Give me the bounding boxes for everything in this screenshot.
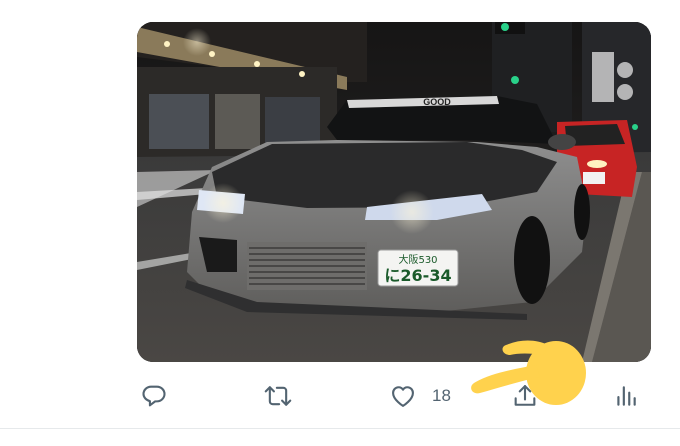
retweet-icon (264, 386, 292, 406)
windshield-banner: GOOD (423, 97, 451, 107)
post-image[interactable]: GOOD 大阪530 に26-34 (137, 22, 651, 362)
like-button[interactable]: 18 (388, 378, 451, 414)
plate-top-text: 大阪530 (398, 253, 437, 266)
like-count: 18 (432, 386, 451, 405)
car-photo: GOOD 大阪530 に26-34 (137, 22, 651, 362)
retweet-button[interactable] (262, 378, 294, 414)
reply-icon (142, 385, 166, 407)
reply-button[interactable] (140, 378, 168, 414)
divider (0, 428, 680, 429)
pointing-hand-icon (471, 340, 586, 405)
plate-number-text: に26-34 (384, 266, 451, 285)
heart-icon (392, 386, 414, 407)
analytics-button[interactable] (613, 378, 639, 414)
analytics-icon (617, 386, 636, 406)
